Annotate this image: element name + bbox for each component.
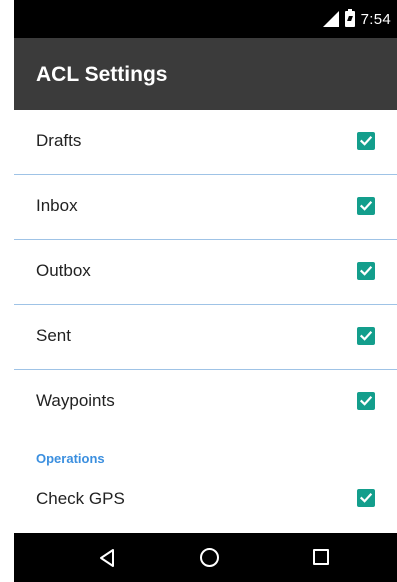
status-bar: 7:54 (14, 0, 397, 38)
check-icon (359, 331, 373, 341)
battery-icon (344, 9, 355, 27)
check-icon (359, 493, 373, 503)
section-header-operations: Operations (14, 435, 397, 475)
settings-list: Drafts Inbox Outbox Sent Waypoints Opera… (14, 110, 397, 521)
app-bar: ACL Settings (14, 38, 397, 110)
page-title: ACL Settings (36, 63, 168, 86)
list-item-label: Check GPS (36, 489, 125, 508)
status-icons: 7:54 (322, 9, 391, 29)
outbox-checkbox[interactable] (357, 262, 375, 280)
list-item-label: Inbox (36, 196, 78, 215)
list-item-sent[interactable]: Sent (14, 305, 397, 370)
drafts-checkbox[interactable] (357, 132, 375, 150)
check-icon (359, 201, 373, 211)
back-icon[interactable] (98, 548, 116, 568)
app-frame: 7:54 ACL Settings Drafts Inbox Outbox Se… (14, 0, 397, 582)
sent-checkbox[interactable] (357, 327, 375, 345)
list-item-drafts[interactable]: Drafts (14, 110, 397, 175)
check-gps-checkbox[interactable] (357, 489, 375, 507)
recent-apps-icon[interactable] (313, 549, 329, 565)
list-item-label: Sent (36, 326, 71, 345)
screen: 7:54 ACL Settings Drafts Inbox Outbox Se… (0, 0, 397, 582)
signal-icon (322, 11, 339, 27)
inbox-checkbox[interactable] (357, 197, 375, 215)
check-icon (359, 136, 373, 146)
home-icon[interactable] (200, 548, 219, 567)
check-icon (359, 266, 373, 276)
list-item-inbox[interactable]: Inbox (14, 175, 397, 240)
list-item-label: Outbox (36, 261, 91, 280)
section-label: Operations (36, 451, 105, 466)
list-item-label: Drafts (36, 131, 82, 150)
list-item-outbox[interactable]: Outbox (14, 240, 397, 305)
status-time: 7:54 (360, 10, 391, 28)
waypoints-checkbox[interactable] (357, 392, 375, 410)
check-icon (359, 396, 373, 406)
list-item-label: Waypoints (36, 391, 115, 410)
navigation-bar (14, 533, 397, 582)
list-item-waypoints[interactable]: Waypoints (14, 370, 397, 435)
list-item-check-gps[interactable]: Check GPS (14, 475, 397, 521)
